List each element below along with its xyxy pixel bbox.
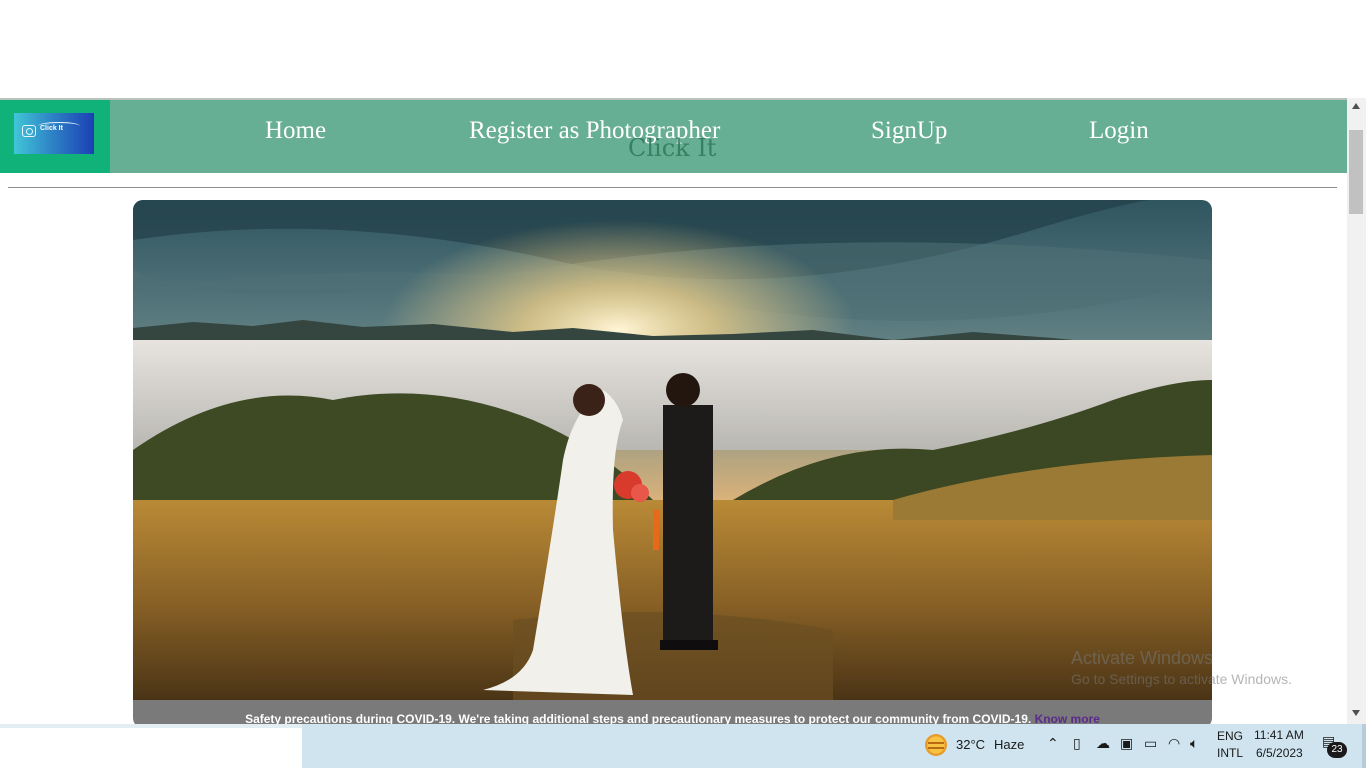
nav-home-link[interactable]: Home: [265, 117, 326, 145]
hero-image: [133, 200, 1212, 700]
security-icon[interactable]: ▣: [1120, 736, 1133, 752]
volume-icon[interactable]: 🔈︎: [1190, 736, 1198, 752]
scrollbar-thumb[interactable]: [1349, 130, 1363, 214]
page-top-area: [0, 0, 1366, 98]
logo-container[interactable]: Click It: [0, 100, 110, 173]
weather-temperature[interactable]: 32°C: [956, 737, 985, 752]
chevron-up-icon[interactable]: ⌃: [1047, 736, 1059, 752]
wifi-icon[interactable]: ◠: [1168, 736, 1180, 752]
scroll-down-arrow-icon[interactable]: [1352, 710, 1360, 716]
weather-haze-icon[interactable]: [925, 734, 947, 756]
meet-now-icon[interactable]: ▯: [1073, 736, 1081, 752]
site-title: Click It: [628, 134, 717, 162]
show-desktop-button[interactable]: [1362, 724, 1366, 768]
nav-login-link[interactable]: Login: [1089, 117, 1149, 145]
watermark-title: Activate Windows: [1071, 648, 1214, 668]
logo-text: Click It: [40, 125, 63, 132]
activation-watermark: Activate Windows Go to Settings to activ…: [1071, 648, 1292, 687]
camera-icon: [22, 125, 36, 137]
battery-icon[interactable]: ▭: [1144, 736, 1157, 752]
language-indicator[interactable]: ENG: [1217, 729, 1243, 743]
taskbar-search-area[interactable]: [0, 728, 302, 768]
logo-image: Click It: [14, 113, 94, 154]
keyboard-layout-indicator[interactable]: INTL: [1217, 746, 1243, 760]
weather-condition[interactable]: Haze: [994, 737, 1024, 752]
notification-count-badge[interactable]: 23: [1327, 742, 1347, 758]
divider: [8, 187, 1337, 188]
onedrive-icon[interactable]: ☁: [1096, 736, 1110, 752]
nav-signup-link[interactable]: SignUp: [871, 117, 947, 145]
clock-time[interactable]: 11:41 AM: [1254, 728, 1304, 742]
watermark-subtitle: Go to Settings to activate Windows.: [1071, 671, 1292, 687]
scrollbar[interactable]: [1347, 98, 1366, 724]
taskbar: 32°C Haze ⌃ ▯ ☁ ▣ ▭ ◠ 🔈︎ ENG INTL 11:41 …: [0, 724, 1366, 768]
clock-date[interactable]: 6/5/2023: [1256, 746, 1303, 760]
scroll-up-arrow-icon[interactable]: [1352, 103, 1360, 109]
